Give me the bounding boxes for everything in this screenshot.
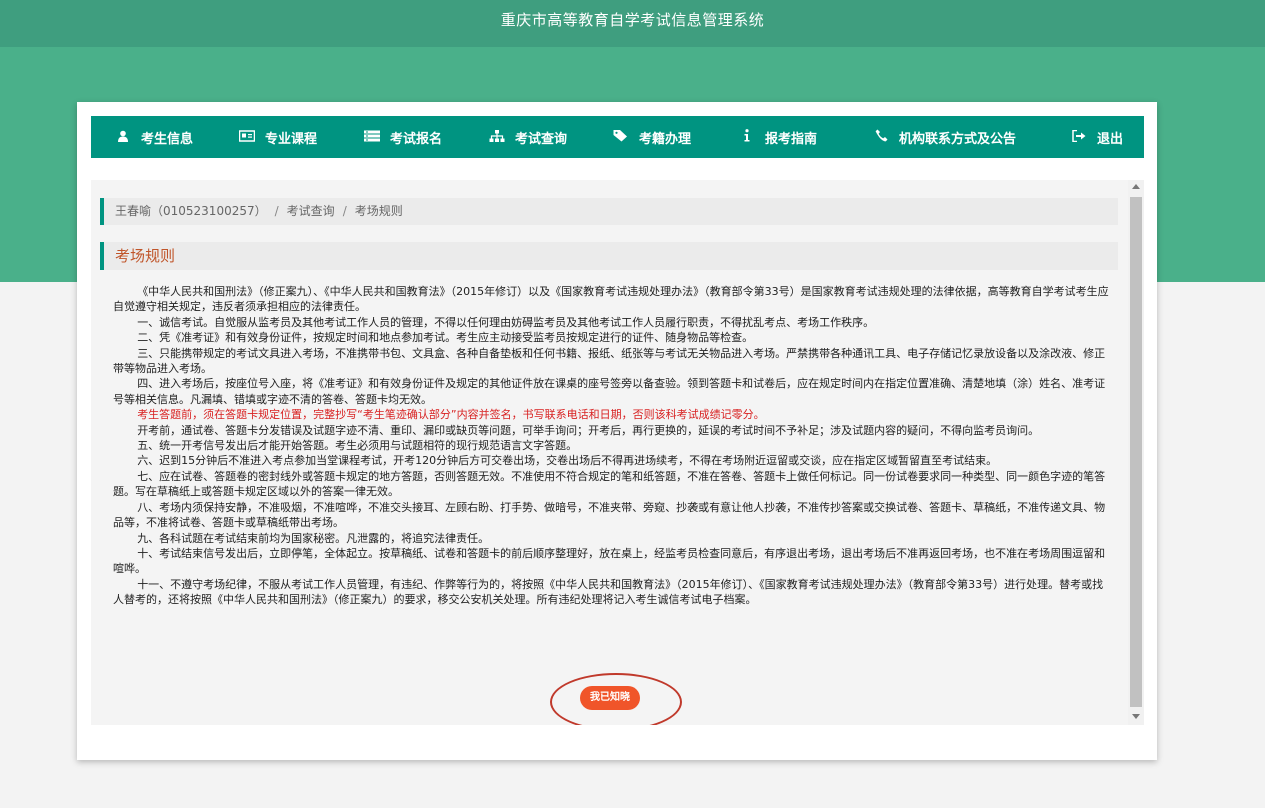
breadcrumb-exam-query[interactable]: 考试查询 <box>287 204 335 218</box>
content-scrollbar[interactable] <box>1128 180 1144 725</box>
rule-paragraph: 三、只能携带规定的考试文具进入考场，不准携带书包、文具盒、各种自备垫板和任何书籍… <box>113 346 1106 376</box>
rule-warning: 考生答题前，须在答题卡规定位置，完整抄写“考生笔迹确认部分”内容并签名，书写联系… <box>137 408 765 422</box>
breadcrumb-current: 考场规则 <box>354 204 403 218</box>
user-icon <box>115 130 131 145</box>
rule-paragraph: 十一、不遵守考场纪律，不服从考试工作人员管理，有违纪、作弊等行为的，将按照《中华… <box>113 577 1104 607</box>
breadcrumb-user: 王春喻（010523100257） <box>115 204 267 218</box>
nav-item-label: 考籍办理 <box>639 131 692 147</box>
nav-item-exam-guide[interactable]: 报考指南 <box>739 116 817 158</box>
rule-paragraph: 《中华人民共和国刑法》（修正案九）、《中华人民共和国教育法》（2015年修订）以… <box>113 285 1109 314</box>
rule-paragraph: 一、诚信考试。自觉服从监考员及其他考试工作人员的管理，不得以任何理由妨碍监考员及… <box>137 315 875 329</box>
info-icon <box>739 129 755 145</box>
acknowledge-button[interactable]: 我已知晓 <box>580 686 640 710</box>
nav-item-logout[interactable]: 退出 <box>1071 116 1123 158</box>
breadcrumb: 王春喻（010523100257） / 考试查询 / 考场规则 <box>100 198 1118 225</box>
nav-item-student-info[interactable]: 考生信息 <box>115 116 193 158</box>
nav-item-label: 考试报名 <box>390 131 443 147</box>
scroll-down-icon[interactable] <box>1132 714 1140 719</box>
nav-item-label: 专业课程 <box>265 131 318 147</box>
rule-paragraph: 开考前，通试卷、答题卡分发错误及试题字迹不清、重印、漏印或缺页等问题，可举手询问… <box>137 423 1040 437</box>
breadcrumb-separator: / <box>342 204 347 218</box>
main-nav: 考生信息 专业课程 考试报名 考试查询 考籍办理 报考指南 机构联系方式及公告 … <box>91 116 1144 158</box>
scroll-up-icon[interactable] <box>1132 184 1140 189</box>
nav-item-contacts-announcements[interactable]: 机构联系方式及公告 <box>873 116 1016 158</box>
rule-paragraph: 六、迟到15分钟后不准进入考点参加当堂课程考试，开考120分钟后方可交卷出场，交… <box>137 454 998 468</box>
nav-item-major-courses[interactable]: 专业课程 <box>238 116 318 158</box>
nav-item-exam-registration[interactable]: 考试报名 <box>364 116 442 158</box>
top-header: 重庆市高等教育自学考试信息管理系统 <box>0 0 1265 47</box>
rule-paragraph: 九、各科试题在考试结束前均为国家秘密。凡泄露的，将追究法律责任。 <box>137 531 490 545</box>
id-card-icon <box>238 129 256 145</box>
content-area: 王春喻（010523100257） / 考试查询 / 考场规则 考场规则 《中华人民共和… <box>91 180 1131 725</box>
list-icon <box>364 130 380 145</box>
rule-paragraph: 五、统一开考信号发出后才能开始答题。考生必须用与试题相符的现行规范语言文字答题。 <box>137 439 578 453</box>
nav-item-label: 退出 <box>1097 131 1124 147</box>
sitemap-icon <box>489 129 505 145</box>
logout-icon <box>1071 129 1087 145</box>
rule-paragraph: 二、凭《准考证》和有效身份证件，按规定时间和地点参加考试。考生应主动接受监考员按… <box>137 331 754 345</box>
acknowledge-highlight-circle: 我已知晓 <box>550 673 682 725</box>
rules-text: 《中华人民共和国刑法》（修正案九）、《中华人民共和国教育法》（2015年修订）以… <box>113 284 1111 608</box>
rule-paragraph: 四、进入考场后，按座位号入座，将《准考证》和有效身份证件及规定的其他证件放在课桌… <box>113 377 1106 406</box>
phone-icon <box>873 129 889 145</box>
breadcrumb-separator: / <box>274 204 279 218</box>
rule-paragraph: 七、应在试卷、答题卷的密封线外或答题卡规定的地方答题，否则答题无效。不准使用不符… <box>113 469 1106 499</box>
rule-paragraph: 八、考场内须保持安静，不准吸烟，不准喧哗，不准交头接耳、左顾右盼、打手势、做暗号… <box>113 500 1106 530</box>
nav-item-label: 考生信息 <box>141 131 194 147</box>
rule-paragraph: 十、考试结束信号发出后，立即停笔，全体起立。按草稿纸、试卷和答题卡的前后顺序整理… <box>113 546 1106 576</box>
nav-item-label: 报考指南 <box>765 131 818 147</box>
nav-item-label: 考试查询 <box>515 131 568 147</box>
tag-icon <box>613 129 629 145</box>
system-title: 重庆市高等教育自学考试信息管理系统 <box>500 11 765 29</box>
nav-item-exam-query[interactable]: 考试查询 <box>489 116 567 158</box>
main-panel: 考生信息 专业课程 考试报名 考试查询 考籍办理 报考指南 机构联系方式及公告 … <box>77 102 1157 760</box>
section-title: 考场规则 <box>100 242 1118 270</box>
nav-item-status-handling[interactable]: 考籍办理 <box>613 116 691 158</box>
scrollbar-thumb[interactable] <box>1130 197 1142 707</box>
nav-item-label: 机构联系方式及公告 <box>899 131 1017 147</box>
